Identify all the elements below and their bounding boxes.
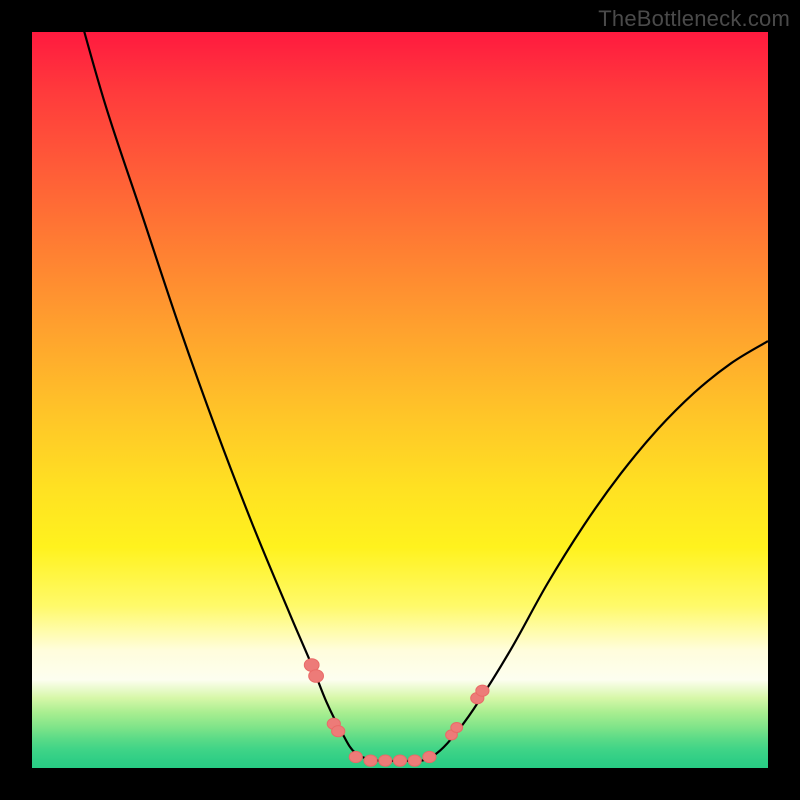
curve-marker [476,685,489,696]
curve-marker [451,723,463,733]
curve-marker [332,726,345,737]
bottleneck-curve [76,3,768,762]
chart-svg [32,32,768,768]
curve-marker [349,751,362,762]
watermark-text: TheBottleneck.com [598,6,790,32]
curve-marker [364,755,377,766]
curve-marker [379,755,392,766]
curve-marker [309,670,324,683]
curve-marker [408,755,421,766]
curve-marker [423,751,436,762]
chart-frame: TheBottleneck.com [0,0,800,800]
plot-area [32,32,768,768]
curve-marker [393,755,406,766]
